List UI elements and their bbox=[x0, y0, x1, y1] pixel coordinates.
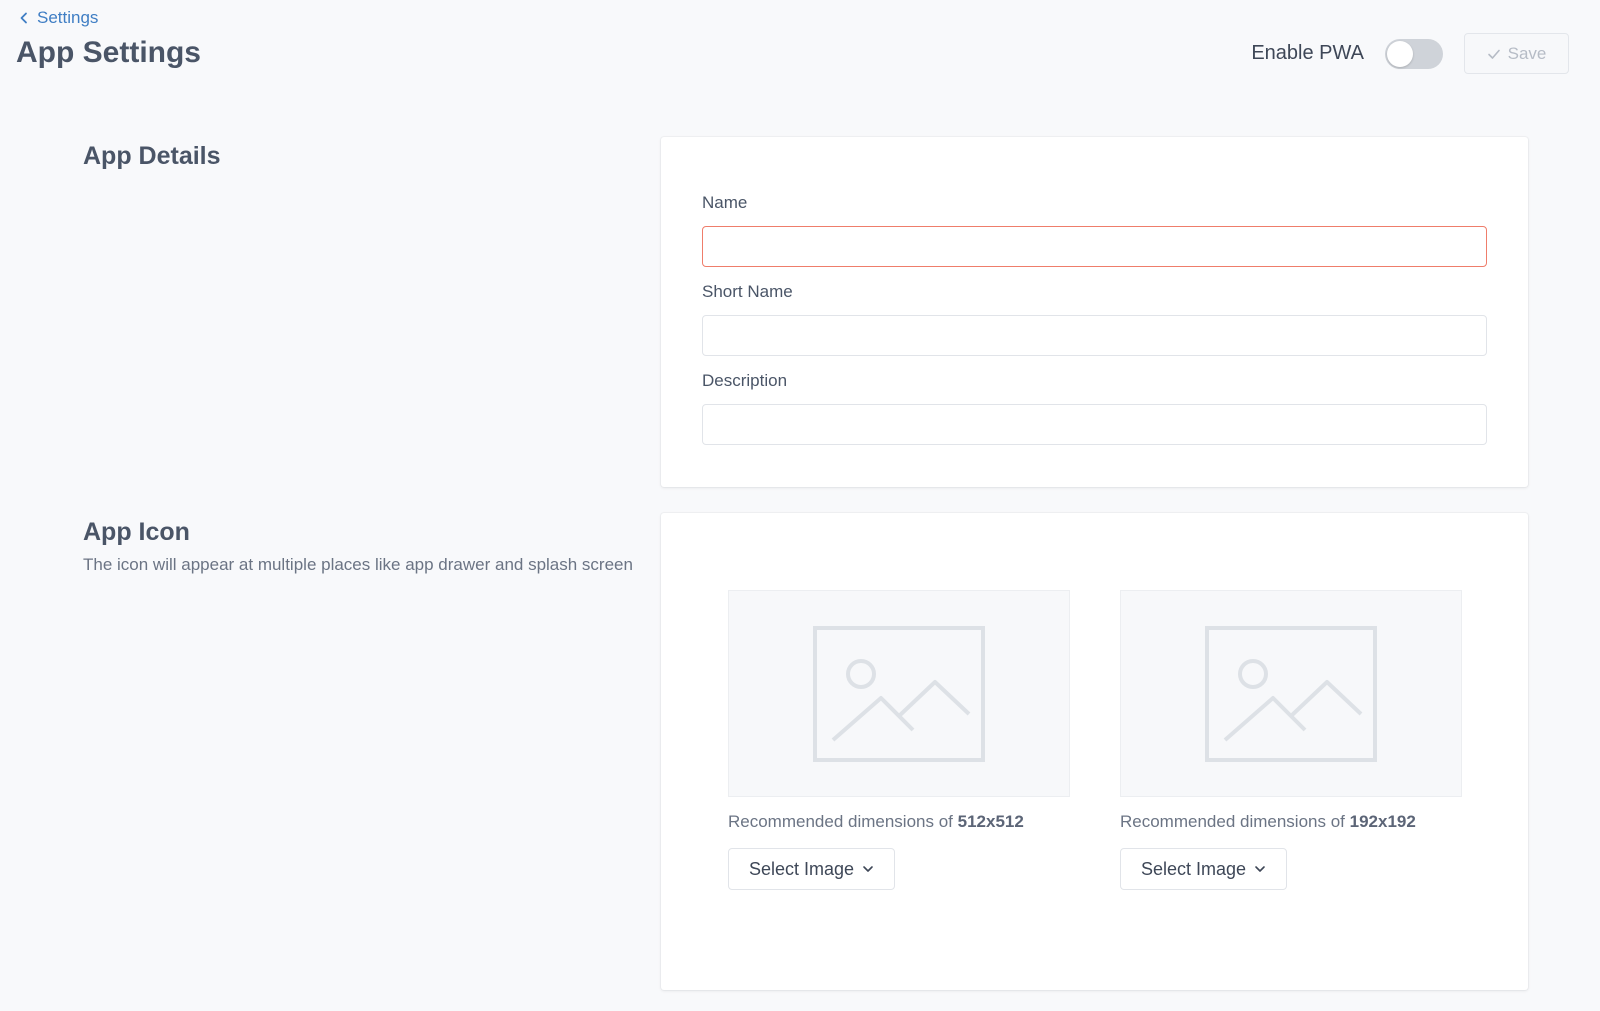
back-link-label: Settings bbox=[37, 8, 99, 27]
icon-192-preview[interactable] bbox=[1120, 590, 1462, 797]
icon-192-dimensions: Recommended dimensions of 192x192 bbox=[1120, 812, 1462, 832]
enable-pwa-label: Enable PWA bbox=[1251, 42, 1364, 64]
save-button[interactable]: Save bbox=[1464, 33, 1569, 74]
app-icon-title: App Icon bbox=[83, 518, 190, 546]
short-name-label: Short Name bbox=[702, 282, 793, 301]
short-name-input[interactable] bbox=[702, 315, 1487, 356]
app-icon-description: The icon will appear at multiple places … bbox=[83, 555, 633, 574]
dims-value: 192x192 bbox=[1349, 812, 1416, 831]
select-image-label: Select Image bbox=[749, 858, 855, 879]
chevron-left-icon bbox=[20, 12, 27, 24]
save-button-label: Save bbox=[1507, 43, 1547, 63]
name-label: Name bbox=[702, 193, 748, 212]
page-title: App Settings bbox=[16, 36, 201, 69]
back-to-settings-link[interactable]: Settings bbox=[18, 8, 98, 28]
app-details-title: App Details bbox=[83, 142, 221, 170]
dims-prefix: Recommended dimensions of bbox=[728, 812, 953, 831]
app-details-card: Name Short Name Description bbox=[661, 137, 1528, 487]
image-placeholder-icon bbox=[1205, 625, 1377, 762]
name-input[interactable] bbox=[702, 226, 1487, 267]
chevron-down-icon bbox=[1255, 866, 1265, 872]
select-image-512-button[interactable]: Select Image bbox=[728, 848, 896, 890]
image-placeholder-icon bbox=[813, 625, 985, 762]
icon-512-preview[interactable] bbox=[728, 590, 1070, 797]
icon-512-dimensions: Recommended dimensions of 512x512 bbox=[728, 812, 1070, 832]
select-image-label: Select Image bbox=[1141, 858, 1247, 879]
check-icon bbox=[1487, 49, 1500, 59]
chevron-down-icon bbox=[863, 866, 873, 872]
icon-512-block: Recommended dimensions of 512x512 Select… bbox=[728, 590, 1070, 890]
icon-192-block: Recommended dimensions of 192x192 Select… bbox=[1120, 590, 1462, 890]
description-label: Description bbox=[702, 371, 788, 390]
description-input[interactable] bbox=[702, 404, 1487, 445]
header-actions: Enable PWA Save bbox=[1251, 33, 1569, 74]
enable-pwa-toggle[interactable] bbox=[1385, 38, 1443, 69]
select-image-192-button[interactable]: Select Image bbox=[1120, 848, 1288, 890]
dims-prefix: Recommended dimensions of bbox=[1120, 812, 1345, 831]
dims-value: 512x512 bbox=[957, 812, 1024, 831]
toggle-knob bbox=[1387, 40, 1413, 67]
app-icon-card: Recommended dimensions of 512x512 Select… bbox=[661, 513, 1528, 990]
